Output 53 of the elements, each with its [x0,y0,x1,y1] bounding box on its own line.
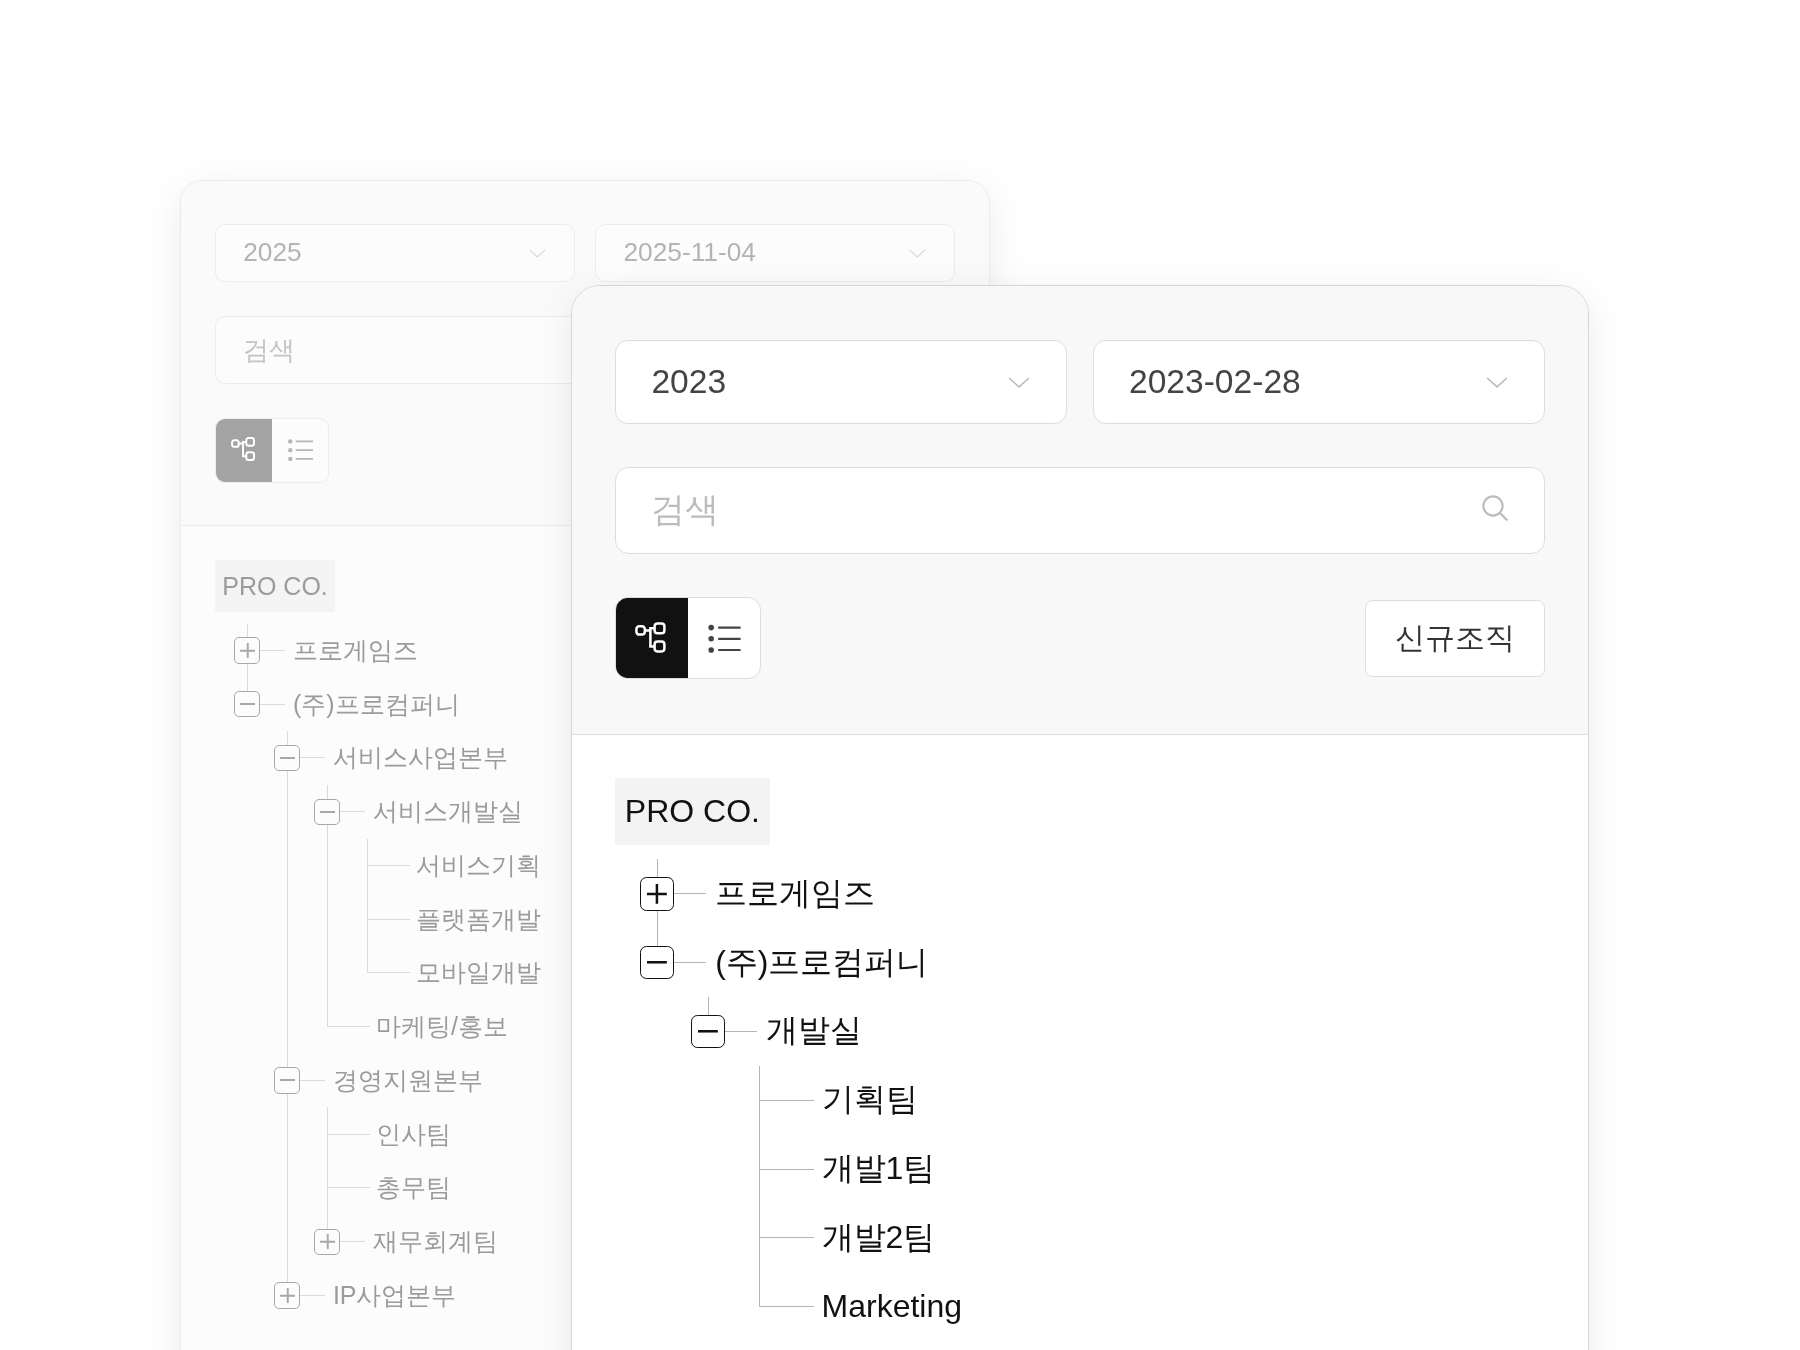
org-unit-label[interactable]: 개발1팀 [821,1147,936,1192]
minus-icon [646,961,667,964]
org-unit-label[interactable]: 재무회계팀 [372,1225,498,1259]
expand-toggle[interactable] [314,1228,341,1255]
org-unit-label[interactable]: Marketing [821,1288,963,1326]
org-unit-label[interactable]: 총무팀 [376,1171,451,1205]
org-unit-label[interactable]: 개발실 [766,1009,863,1054]
org-unit-label[interactable]: 서비스기획 [416,848,541,882]
org-unit-label[interactable]: 프로게임즈 [715,871,876,916]
org-unit-label[interactable]: (주)프로컴퍼니 [292,687,460,721]
minus-icon [319,810,335,813]
org-unit-label[interactable]: 서비스사업본부 [332,741,508,775]
root-org-label[interactable]: PRO CO. [214,559,336,613]
minus-icon [239,703,255,706]
collapse-toggle[interactable] [314,798,341,825]
org-unit-label[interactable]: 서비스개발실 [372,795,523,829]
org-chart-icon [230,437,257,464]
org-unit-label[interactable]: 경영지원본부 [332,1063,483,1097]
plus-icon [239,642,255,659]
expand-toggle[interactable] [274,1282,301,1309]
collapse-toggle[interactable] [640,945,674,980]
collapse-toggle[interactable] [274,1067,301,1094]
org-chart-icon [635,621,669,656]
root-org-label[interactable]: PRO CO. [615,777,770,846]
plus-icon [279,1287,295,1304]
collapse-toggle[interactable] [691,1014,725,1049]
minus-icon [698,1030,718,1033]
collapse-toggle[interactable] [274,744,301,771]
plus-icon [646,883,667,904]
list-icon [287,437,314,464]
org-unit-label[interactable]: 기획팀 [821,1078,918,1123]
new-organization-button[interactable]: 신규조직 [1365,599,1545,678]
org-unit-label[interactable]: 플랫폼개발 [416,902,541,936]
expand-toggle[interactable] [640,877,674,911]
search-icon [1480,493,1510,523]
org-unit-label[interactable]: IP사업본부 [332,1278,457,1312]
date-dropdown[interactable]: 2023-02-28 [1092,340,1545,424]
org-unit-label[interactable]: (주)프로컴퍼니 [715,940,929,985]
search-field[interactable]: 검색 [615,466,1545,555]
tree-view-button[interactable] [616,598,689,679]
org-unit-label[interactable]: 모바일개발 [416,956,541,990]
year-dropdown[interactable]: 2023 [615,340,1068,424]
minus-icon [279,756,295,759]
org-unit-label[interactable]: 인사팀 [376,1117,451,1151]
minus-icon [279,1079,295,1082]
org-unit-label[interactable]: 프로게임즈 [292,633,418,667]
year-dropdown[interactable]: 2025 [214,223,575,283]
expand-toggle[interactable] [234,637,261,664]
org-unit-label[interactable]: 개발2팀 [821,1215,936,1260]
plus-icon [319,1233,335,1250]
date-dropdown[interactable]: 2025-11-04 [595,223,956,283]
org-unit-label[interactable]: 마케팅/홍보 [376,1010,508,1044]
collapse-toggle[interactable] [234,691,261,718]
